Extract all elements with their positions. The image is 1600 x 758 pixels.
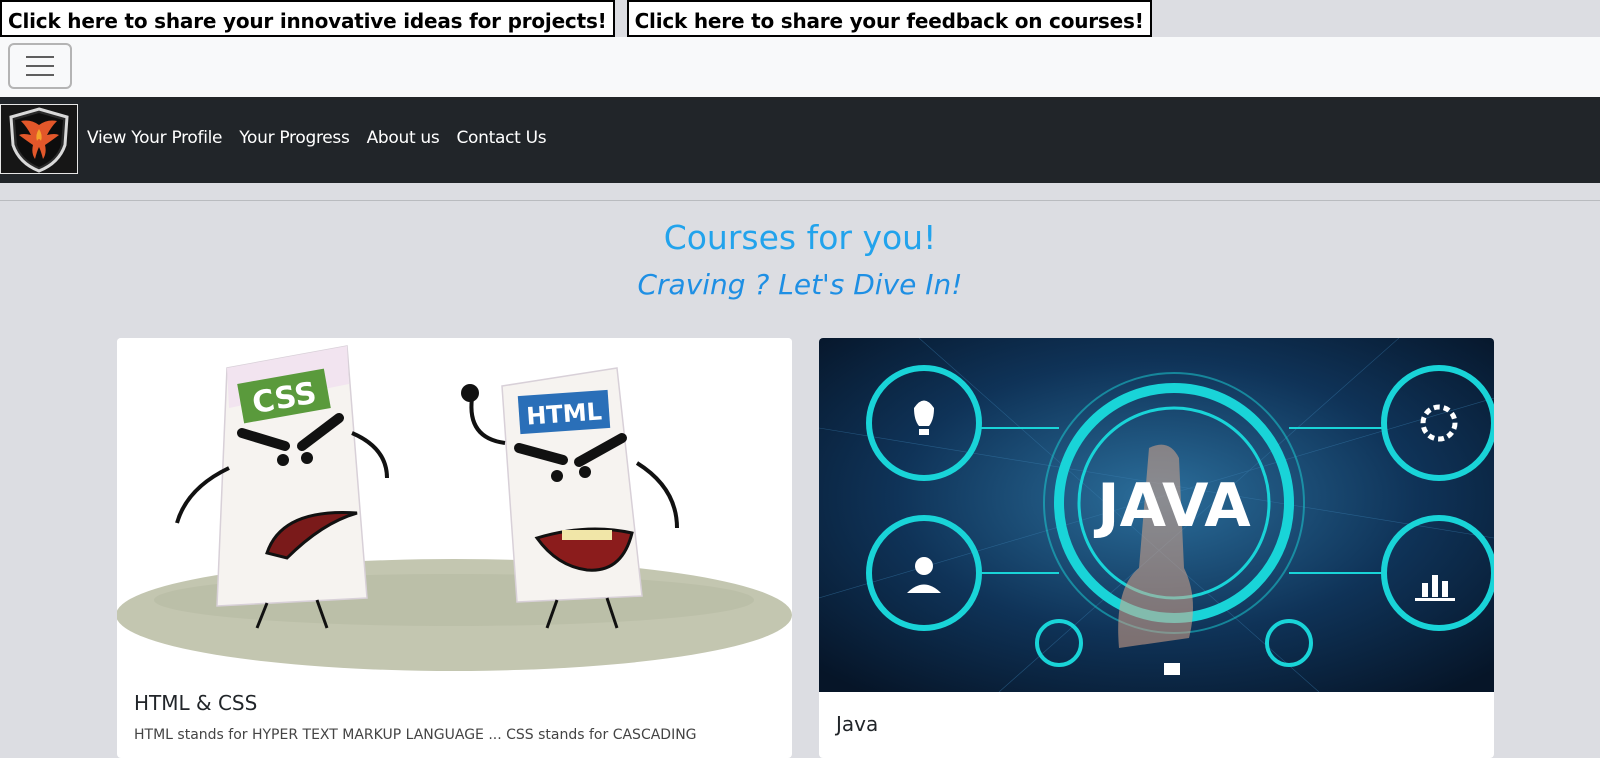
phoenix-shield-icon — [9, 107, 69, 173]
share-ideas-button[interactable]: Click here to share your innovative idea… — [0, 0, 615, 37]
card-title: Java — [836, 712, 879, 736]
nav-your-progress[interactable]: Your Progress — [239, 128, 350, 148]
java-illustration: JAVA — [819, 338, 1494, 692]
share-buttons-row: Click here to share your innovative idea… — [0, 0, 1152, 37]
nav-view-profile[interactable]: View Your Profile — [87, 128, 223, 148]
page-subtitle: Craving ? Let's Dive In! — [637, 268, 963, 301]
card-title: HTML & CSS — [134, 691, 258, 715]
main-navbar: View Your Profile Your Progress About us… — [0, 97, 1600, 183]
card-description: HTML stands for HYPER TEXT MARKUP LANGUA… — [134, 727, 697, 743]
nav-about-us[interactable]: About us — [367, 128, 440, 148]
nav-contact-us[interactable]: Contact Us — [456, 128, 546, 148]
course-card-html-css[interactable]: CSS HTML HTML & CSS HTML stands for HYPE… — [117, 338, 792, 758]
navbar-toggler-button[interactable] — [8, 43, 72, 89]
nav-links: View Your Profile Your Progress About us… — [87, 128, 547, 148]
page-title: Courses for you! — [663, 218, 937, 257]
html-label: HTML — [525, 397, 602, 430]
horizontal-divider — [0, 200, 1600, 201]
course-card-java[interactable]: JAVA Java — [819, 338, 1494, 758]
share-feedback-button[interactable]: Click here to share your feedback on cou… — [626, 0, 1152, 37]
hamburger-icon — [26, 56, 54, 58]
brand-logo[interactable] — [0, 104, 78, 174]
hamburger-icon-line — [26, 65, 54, 67]
hamburger-icon-line — [26, 74, 54, 76]
html-css-illustration: CSS HTML — [117, 338, 792, 678]
toggler-bar — [0, 37, 1600, 97]
java-label: JAVA — [1093, 471, 1251, 541]
